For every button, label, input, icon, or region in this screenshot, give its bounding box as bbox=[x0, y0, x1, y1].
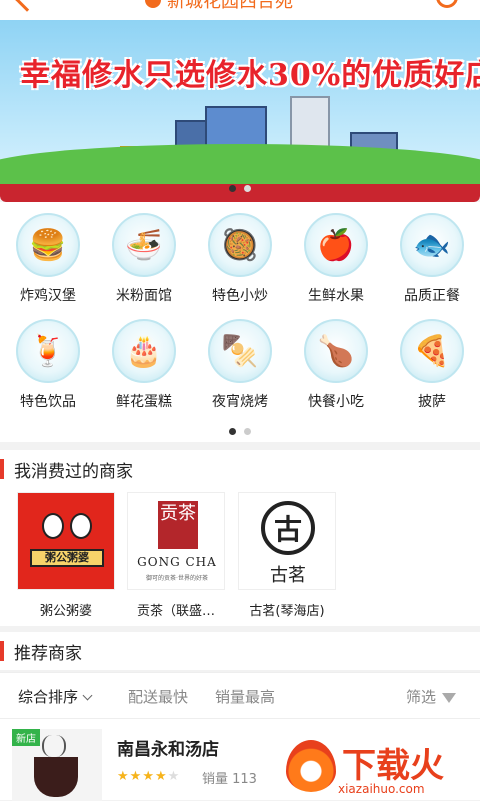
merchant-card[interactable]: 古 古茗 古茗(琴海店) bbox=[237, 492, 337, 619]
star-icon: ★ bbox=[167, 769, 180, 784]
bbq-skewer-icon: 🍢 bbox=[208, 319, 272, 383]
category-item[interactable]: 🍢 夜宵烧烤 bbox=[192, 319, 288, 411]
category-label: 炸鸡汉堡 bbox=[20, 288, 76, 304]
location-selector[interactable]: 新城花园西合苑 bbox=[141, 0, 293, 12]
merchant-card[interactable]: 粥公粥婆 粥公粥婆 bbox=[16, 492, 116, 619]
watermark-url: xiazaihuo.com bbox=[338, 782, 425, 796]
logo-tagline: 御可的贡茶·世界的好茶 bbox=[146, 575, 208, 582]
category-item[interactable]: 🥘 特色小炒 bbox=[192, 213, 288, 305]
logo-brand: 古茗 bbox=[270, 565, 306, 586]
merchant-name: 粥公粥婆 bbox=[39, 604, 92, 619]
pizza-icon: 🍕 bbox=[400, 319, 464, 383]
category-item[interactable]: 🎂 鲜花蛋糕 bbox=[96, 319, 192, 411]
category-item[interactable]: 🍕 披萨 bbox=[384, 319, 480, 411]
logo-brand: GONG CHA bbox=[137, 555, 217, 569]
category-grid: 🍔 炸鸡汉堡 🍜 米粉面馆 🥘 特色小炒 🍎 生鲜水果 🐟 品质正餐 🍹 特色饮… bbox=[0, 202, 480, 442]
category-item[interactable]: 🍹 特色饮品 bbox=[0, 319, 96, 411]
merchant-logo: 粥公粥婆 bbox=[17, 492, 115, 590]
pager-dot bbox=[244, 428, 251, 435]
merchant-card[interactable]: 贡茶 GONG CHA 御可的贡茶·世界的好茶 贡茶（联盛… bbox=[126, 492, 226, 619]
pager-dot-active bbox=[229, 428, 236, 435]
section-title: 推荐商家 bbox=[14, 643, 82, 664]
filter-button[interactable]: 筛选 bbox=[406, 686, 457, 707]
category-label: 夜宵烧烤 bbox=[212, 394, 268, 410]
section-accent-bar bbox=[0, 641, 4, 661]
steam-icon bbox=[42, 735, 66, 757]
category-label: 特色小炒 bbox=[212, 288, 268, 304]
category-label: 米粉面馆 bbox=[116, 288, 172, 304]
star-icon: ★ bbox=[117, 769, 129, 784]
noodle-bowl-icon: 🍜 bbox=[112, 213, 176, 277]
burger-icon: 🍔 bbox=[16, 213, 80, 277]
section-accent-bar bbox=[0, 459, 4, 479]
drink-icon: 🍹 bbox=[16, 319, 80, 383]
visited-section-header: 我消费过的商家 bbox=[0, 450, 480, 488]
category-label: 品质正餐 bbox=[404, 288, 460, 304]
category-item[interactable]: 🍜 米粉面馆 bbox=[96, 213, 192, 305]
new-shop-badge: 新店 bbox=[12, 729, 40, 746]
sort-top-sales-tab[interactable]: 销量最高 bbox=[215, 686, 275, 707]
watermark: 下载火 xiazaihuo.com bbox=[282, 736, 480, 800]
logo-seal: 贡茶 bbox=[158, 501, 198, 549]
category-item[interactable]: 🐟 品质正餐 bbox=[384, 213, 480, 305]
soup-bowl-icon bbox=[34, 757, 78, 797]
snack-icon: 🍗 bbox=[304, 319, 368, 383]
recommend-section-header: 推荐商家 bbox=[0, 632, 480, 670]
top-bar: 新城花园西合苑 bbox=[0, 0, 480, 20]
chevron-down-icon bbox=[82, 690, 93, 701]
cake-icon: 🎂 bbox=[112, 319, 176, 383]
star-icon: ★ bbox=[154, 769, 167, 784]
section-title: 我消费过的商家 bbox=[14, 461, 133, 482]
category-item[interactable]: 🍔 炸鸡汉堡 bbox=[0, 213, 96, 305]
sort-fastest-tab[interactable]: 配送最快 bbox=[128, 686, 188, 707]
back-arrow-icon[interactable] bbox=[14, 0, 40, 12]
sort-default-dropdown[interactable]: 综合排序 bbox=[18, 686, 93, 707]
merchant-name: 古茗(琴海店) bbox=[249, 604, 325, 619]
kids-mascot-icon bbox=[42, 513, 92, 543]
location-label: 新城花园西合苑 bbox=[167, 0, 293, 12]
fruit-icon: 🍎 bbox=[304, 213, 368, 277]
category-item[interactable]: 🍎 生鲜水果 bbox=[288, 213, 384, 305]
sort-bar: 综合排序 配送最快 销量最高 筛选 bbox=[0, 672, 480, 718]
stir-fry-icon: 🥘 bbox=[208, 213, 272, 277]
logo-sign: 粥公粥婆 bbox=[30, 549, 104, 567]
merchant-name: 贡茶（联盛… bbox=[136, 604, 215, 619]
star-icon: ★ bbox=[129, 769, 142, 784]
star-icon: ★ bbox=[142, 769, 154, 784]
category-label: 快餐小吃 bbox=[308, 394, 364, 410]
location-pin-icon bbox=[141, 0, 165, 12]
category-label: 生鲜水果 bbox=[308, 288, 364, 304]
search-icon[interactable] bbox=[436, 0, 458, 8]
promo-banner[interactable]: 幸福修水只选修水30%的优质好店 bbox=[0, 20, 480, 202]
watermark-brand: 下载火 bbox=[342, 746, 444, 786]
visited-merchants: 粥公粥婆 粥公粥婆 贡茶 GONG CHA 御可的贡茶·世界的好茶 贡茶（联盛…… bbox=[0, 488, 480, 626]
category-label: 特色饮品 bbox=[20, 394, 76, 410]
pager-dot bbox=[244, 185, 251, 192]
shop-name: 南昌永和汤店 bbox=[117, 740, 219, 760]
category-item[interactable]: 🍗 快餐小吃 bbox=[288, 319, 384, 411]
filter-icon bbox=[442, 693, 457, 703]
banner-pager bbox=[0, 185, 480, 192]
logo-seal: 古 bbox=[261, 501, 315, 555]
fish-dish-icon: 🐟 bbox=[400, 213, 464, 277]
category-label: 披萨 bbox=[418, 394, 446, 410]
banner-slogan: 幸福修水只选修水30%的优质好店 bbox=[20, 58, 480, 93]
merchant-logo: 贡茶 GONG CHA 御可的贡茶·世界的好茶 bbox=[127, 492, 225, 590]
merchant-logo: 古 古茗 bbox=[238, 492, 336, 590]
sales-count: 销量 113 bbox=[202, 772, 257, 787]
rating-stars: ★ ★ ★ ★ ★ bbox=[117, 769, 179, 784]
pager-dot-active bbox=[229, 185, 236, 192]
category-label: 鲜花蛋糕 bbox=[116, 394, 172, 410]
flame-logo-icon bbox=[286, 740, 336, 792]
category-pager bbox=[0, 428, 480, 435]
